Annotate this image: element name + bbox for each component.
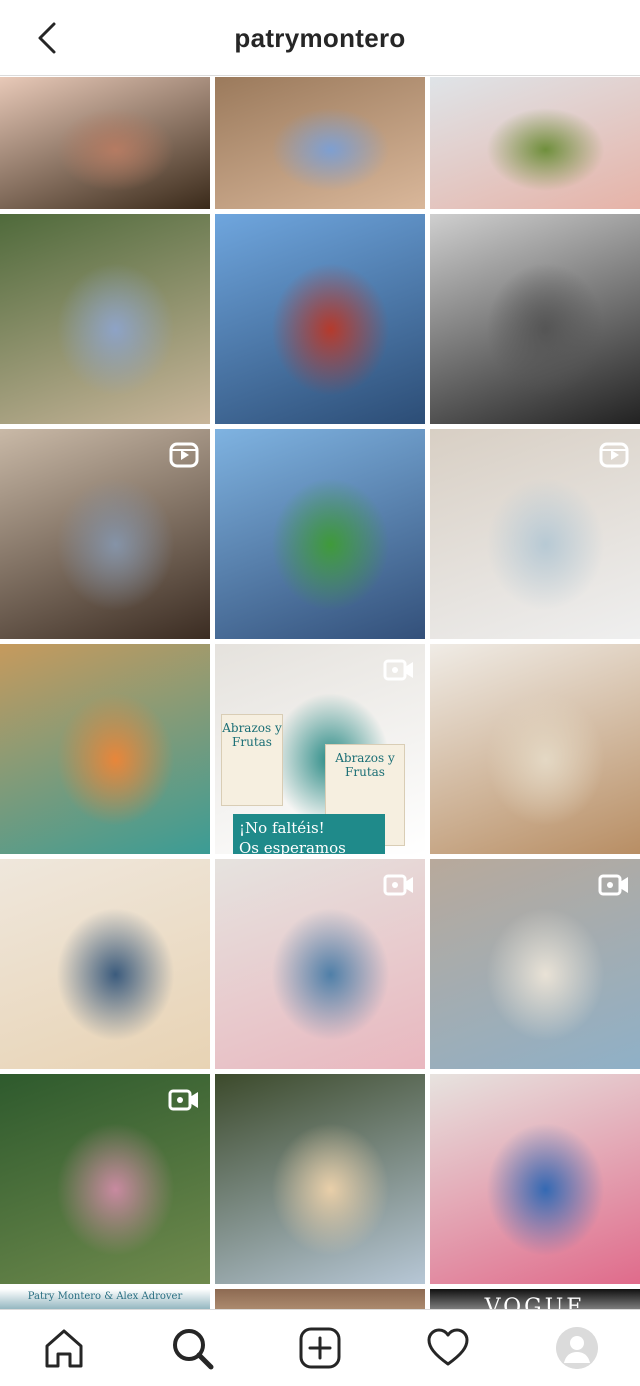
post-thumbnail[interactable] [0,644,210,854]
post-thumbnail[interactable] [430,859,640,1069]
post-photo [215,1074,425,1284]
caption-line: ¡No faltéis! [239,819,325,837]
tab-activity[interactable] [426,1326,470,1370]
post-photo [430,1074,640,1284]
clip-icon [599,442,629,468]
post-photo [0,859,210,1069]
caption-line: Os esperamos [239,839,346,854]
post-thumbnail[interactable] [215,1074,425,1284]
post-photo [430,214,640,424]
tab-search[interactable] [170,1326,214,1370]
video-icon [168,1089,198,1111]
bottom-tab-bar [0,1309,640,1386]
post-thumbnail[interactable] [0,859,210,1069]
post-photo [0,77,210,209]
post-overlay-text: VOGUE [484,1295,586,1309]
post-thumbnail[interactable] [0,214,210,424]
post-photo [430,77,640,209]
post-caption-overlay: ¡No faltéis! Os esperamos [233,814,385,854]
post-thumbnail[interactable] [215,1289,425,1309]
top-bar: patrymontero [0,0,640,76]
avatar-icon [556,1327,598,1369]
post-photo [215,77,425,209]
plus-square-icon [299,1327,341,1369]
post-thumbnail[interactable] [430,77,640,209]
post-photo [215,214,425,424]
post-photo [0,214,210,424]
post-overlay-text: Patry Montero & Alex Adrover [27,1291,183,1302]
post-thumbnail[interactable] [0,429,210,639]
book-title: Abrazos y Frutas [222,721,282,749]
post-thumbnail[interactable] [430,644,640,854]
tab-profile[interactable] [556,1327,598,1369]
post-photo [0,644,210,854]
page-title: patrymontero [234,23,406,53]
clip-icon [169,442,199,468]
post-thumbnail[interactable] [215,429,425,639]
post-thumbnail[interactable]: Patry Montero & Alex Adrover [0,1289,210,1309]
post-thumbnail[interactable]: VOGUE [430,1289,640,1309]
post-thumbnail[interactable] [430,214,640,424]
video-icon [383,659,413,681]
back-button[interactable] [26,18,70,58]
post-photo [430,644,640,854]
post-photo [215,429,425,639]
video-icon [383,874,413,896]
post-thumbnail[interactable] [215,859,425,1069]
posts-grid: Abrazos y Frutas Abrazos y Frutas ¡No falt… [0,77,640,1309]
book-title: Abrazos y Frutas [335,751,395,779]
post-thumbnail[interactable] [430,1074,640,1284]
video-icon [598,874,628,896]
tab-home[interactable] [42,1326,86,1370]
book-cover: Abrazos y Frutas [221,714,283,806]
post-thumbnail[interactable] [0,1074,210,1284]
post-thumbnail[interactable] [215,77,425,209]
heart-icon [427,1328,469,1366]
home-icon [45,1329,83,1368]
post-thumbnail[interactable] [0,77,210,209]
search-icon [173,1329,214,1370]
post-thumbnail[interactable] [430,429,640,639]
tab-new-post[interactable] [298,1326,342,1370]
chevron-left-icon [38,22,56,54]
post-thumbnail[interactable] [215,214,425,424]
post-thumbnail[interactable]: Abrazos y Frutas Abrazos y Frutas ¡No falt… [215,644,425,854]
